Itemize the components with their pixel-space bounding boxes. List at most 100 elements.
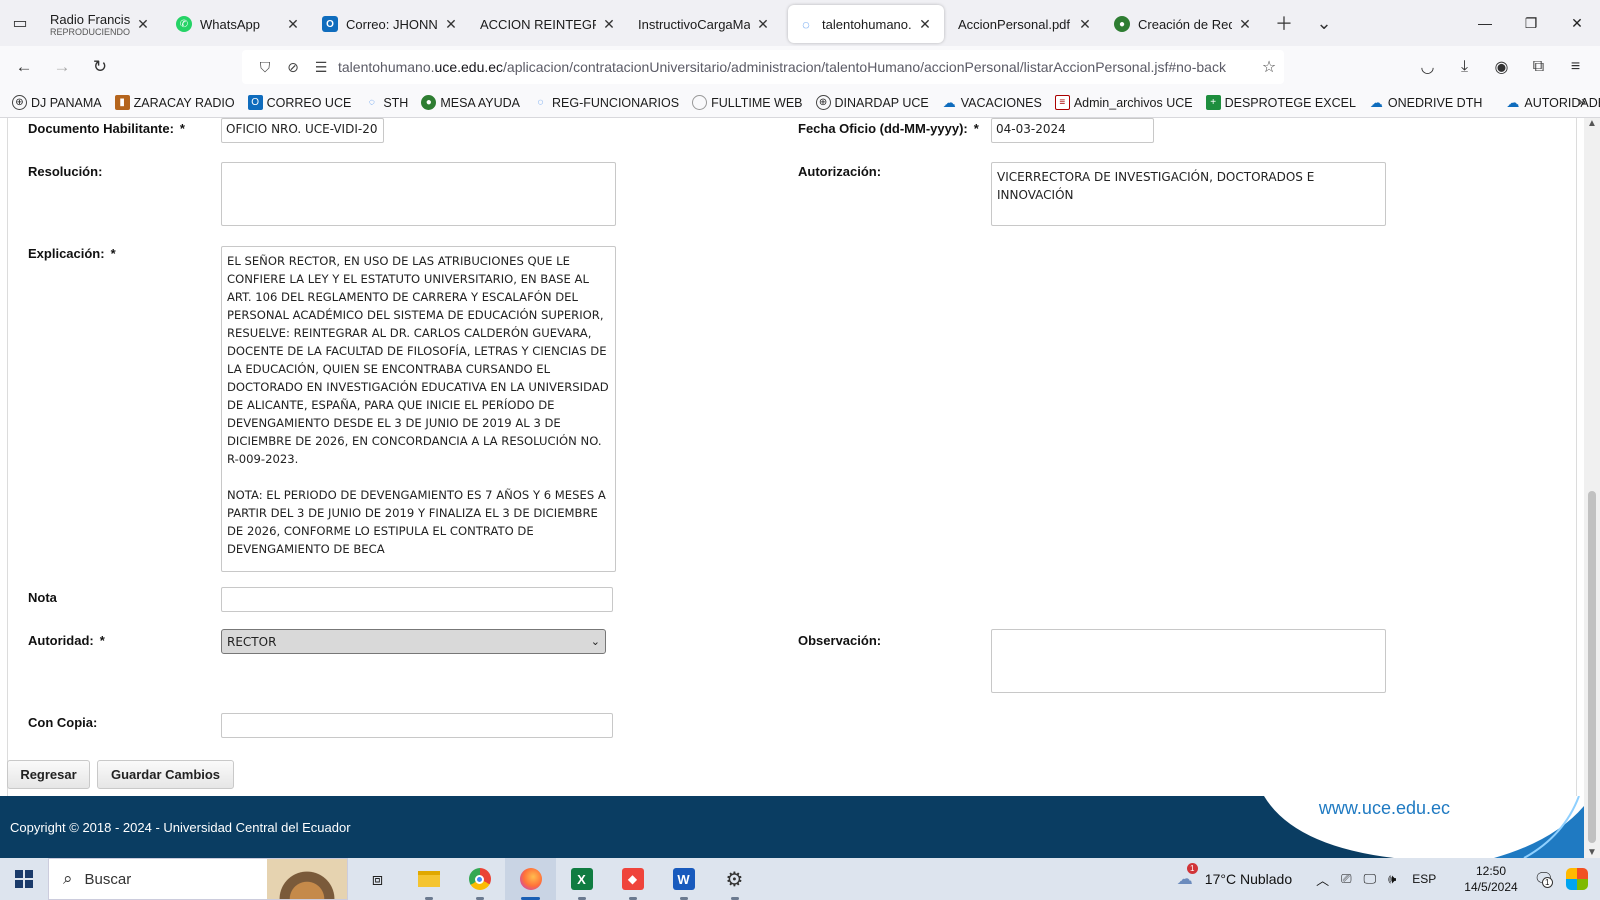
bookmark-item[interactable]: ◌ STH: [364, 95, 408, 110]
bookmark-item[interactable]: ● MESA AYUDA: [421, 95, 520, 110]
observacion-field[interactable]: [991, 629, 1386, 693]
pocket-icon[interactable]: ◡: [1409, 49, 1446, 85]
bookmark-item[interactable]: + DESPROTEGE EXCEL: [1205, 95, 1356, 110]
bookmark-item[interactable]: ≡ Admin_archivos UCE: [1054, 95, 1193, 110]
autoridad-select[interactable]: RECTOR ⌄: [221, 629, 606, 654]
loading-icon: ◌: [368, 97, 375, 108]
forward-icon[interactable]: →: [44, 49, 80, 85]
documento-field[interactable]: OFICIO NRO. UCE-VIDI-20: [221, 118, 384, 143]
outlook-icon: O: [247, 95, 263, 110]
tab-whatsapp[interactable]: ✆ WhatsApp ✕: [162, 5, 312, 43]
bookmark-item[interactable]: ⊕ DINARDAP UCE: [815, 95, 929, 110]
bookmark-item[interactable]: ⊕ DJ PANAMA: [12, 95, 102, 110]
label-text: Fecha Oficio (dd-MM-yyyy):: [798, 121, 968, 136]
weather-icon[interactable]: ☁ 1: [1177, 863, 1198, 889]
copilot-icon[interactable]: [1566, 868, 1588, 890]
anydesk-icon[interactable]: ◆: [607, 858, 658, 900]
bookmark-item[interactable]: ◌ REG-FUNCIONARIOS: [533, 95, 680, 110]
windows-start-icon[interactable]: [0, 858, 48, 900]
close-icon[interactable]: ✕: [134, 16, 152, 33]
close-icon[interactable]: ✕: [754, 16, 772, 33]
bookmark-label: FULLTIME WEB: [711, 95, 803, 110]
website-logo-text[interactable]: www.uce.edu.ec: [1319, 798, 1450, 819]
bookmark-item[interactable]: ☁ ONEDRIVE DTH: [1369, 95, 1482, 110]
bookmark-label: DESPROTEGE EXCEL: [1224, 95, 1356, 110]
resolucion-field[interactable]: [221, 162, 616, 226]
close-icon[interactable]: ✕: [284, 16, 302, 33]
regresar-button[interactable]: Regresar: [7, 760, 90, 789]
word-icon[interactable]: W: [658, 858, 709, 900]
weather-text[interactable]: 17°C Nublado: [1205, 871, 1292, 887]
bookmark-star-icon[interactable]: ☆: [1254, 57, 1284, 77]
account-icon[interactable]: ◉: [1483, 49, 1520, 85]
bookmark-item[interactable]: ☁ VACACIONES: [942, 95, 1042, 110]
tab-instructivo[interactable]: InstructivoCargaMasiv ✕: [628, 5, 782, 43]
firefox-icon[interactable]: [505, 858, 556, 900]
autorizacion-field[interactable]: VICERRECTORA DE INVESTIGACIÓN, DOCTORADO…: [991, 162, 1386, 226]
nota-field[interactable]: [221, 587, 613, 612]
guardar-cambios-button[interactable]: Guardar Cambios: [97, 760, 234, 789]
chevron-double-right-icon[interactable]: »: [1578, 93, 1586, 110]
close-icon[interactable]: ✕: [1236, 16, 1254, 33]
close-icon[interactable]: ✕: [442, 16, 460, 33]
copyright-text: Copyright © 2018 - 2024 - Universidad Ce…: [10, 820, 351, 835]
tab-talentohumano[interactable]: ◌ talentohumano.uc ✕: [788, 5, 944, 43]
page-footer: Copyright © 2018 - 2024 - Universidad Ce…: [0, 796, 1584, 858]
chrome-icon[interactable]: [454, 858, 505, 900]
anydesk-glyph: ◆: [621, 868, 644, 890]
url-text[interactable]: talentohumano.uce.edu.ec/aplicacion/cont…: [338, 59, 1254, 75]
tab-creacion[interactable]: ● Creación de Requ ✕: [1104, 5, 1264, 43]
shield-icon[interactable]: ⛉: [254, 59, 276, 76]
notification-icon[interactable]: 🗨1: [1534, 869, 1554, 889]
download-icon[interactable]: ⤓: [1446, 49, 1483, 85]
tab-accionpersonal-pdf[interactable]: AccionPersonal.pdf ✕: [944, 5, 1104, 43]
taskbar-search[interactable]: ⌕ Buscar: [48, 858, 348, 900]
volume-icon[interactable]: 🕪: [1388, 871, 1396, 887]
extensions-icon[interactable]: ⧉: [1520, 49, 1557, 85]
close-icon[interactable]: ✕: [600, 16, 618, 33]
file-explorer-icon[interactable]: [403, 858, 454, 900]
meet-icon[interactable]: ⎚: [1341, 871, 1351, 887]
chevron-down-icon[interactable]: ⌄: [1304, 0, 1344, 46]
chevron-up-icon[interactable]: ︿: [1316, 870, 1329, 889]
excel-icon[interactable]: X: [556, 858, 607, 900]
url-bar[interactable]: ⛉ ⊘ ☰ talentohumano.uce.edu.ec/aplicacio…: [242, 50, 1284, 84]
close-icon[interactable]: ✕: [1076, 16, 1094, 33]
window-close-icon[interactable]: ✕: [1554, 0, 1600, 46]
settings-icon[interactable]: ⚙: [709, 858, 760, 900]
menu-icon[interactable]: ≡: [1557, 49, 1594, 85]
network-icon[interactable]: 🖵: [1364, 871, 1377, 887]
permissions-icon[interactable]: ⊘: [282, 59, 304, 76]
clock[interactable]: 12:50 14/5/2024: [1464, 863, 1517, 895]
bookmark-item[interactable]: O CORREO UCE: [247, 95, 351, 110]
uce-seal-icon: ●: [1114, 16, 1130, 32]
site-info-icon[interactable]: ☰: [310, 59, 332, 76]
tab-title: WhatsApp: [200, 16, 260, 32]
bookmark-item[interactable]: FULLTIME WEB: [692, 95, 803, 110]
task-view-icon[interactable]: ⧈: [352, 858, 403, 900]
explicacion-field[interactable]: EL SEÑOR RECTOR, EN USO DE LAS ATRIBUCIO…: [221, 246, 616, 572]
scrollbar-thumb[interactable]: [1588, 491, 1596, 843]
minimize-icon[interactable]: —: [1462, 0, 1508, 46]
scroll-up-icon[interactable]: ▲: [1584, 118, 1600, 129]
back-icon[interactable]: ←: [6, 49, 42, 85]
autorizacion-label: Autorización:: [798, 164, 882, 179]
folder-glyph: [417, 871, 440, 887]
bookmark-label: VACACIONES: [960, 95, 1042, 110]
tab-list-icon[interactable]: ▭: [0, 0, 40, 46]
close-icon[interactable]: ✕: [916, 16, 934, 33]
concopia-field[interactable]: [221, 713, 613, 738]
reload-icon[interactable]: ↻: [82, 49, 118, 85]
scroll-down-icon[interactable]: ▼: [1584, 847, 1600, 858]
gear-icon: ⚙: [725, 868, 744, 891]
tab-correo[interactable]: O Correo: JHONNY L ✕: [312, 5, 470, 43]
tab-radio[interactable]: Radio Francisco Es REPRODUCIENDO ✕: [40, 5, 162, 43]
tab-accion-reintegro[interactable]: ACCION REINTEGRO F ✕: [470, 5, 628, 43]
page-scrollbar[interactable]: ▲ ▼: [1584, 118, 1600, 858]
new-tab-icon[interactable]: ＋: [1264, 0, 1304, 46]
restore-icon[interactable]: ❐: [1508, 0, 1554, 46]
fecha-field[interactable]: 04-03-2024: [991, 118, 1154, 143]
language-indicator[interactable]: ESP: [1412, 872, 1436, 886]
bookmark-item[interactable]: ▮ ZARACAY RADIO: [114, 95, 235, 110]
excel-glyph: X: [570, 868, 593, 890]
